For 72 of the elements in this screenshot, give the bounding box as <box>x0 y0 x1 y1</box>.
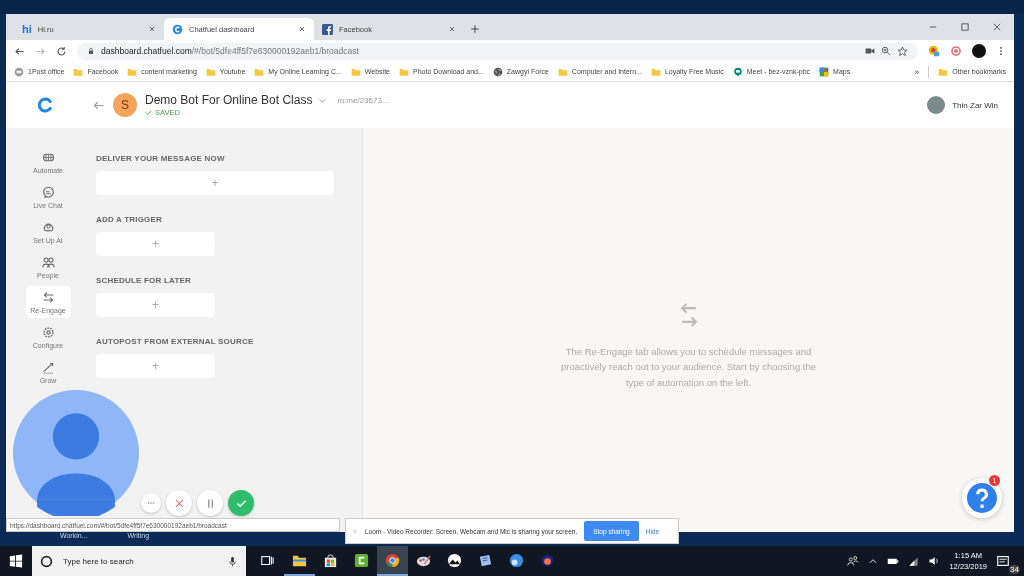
user-name[interactable]: Thin Zar Win <box>952 100 998 110</box>
gear-icon <box>41 325 55 339</box>
reload-icon[interactable] <box>56 45 67 57</box>
site-logo: hi <box>22 23 32 35</box>
task-view-icon[interactable] <box>260 554 274 568</box>
folder-icon <box>650 66 661 77</box>
search-box[interactable]: Type here to search <box>32 546 246 576</box>
lock-icon <box>87 47 95 55</box>
cortana-circle-icon <box>40 554 53 568</box>
page-icon <box>14 66 24 77</box>
chevron-up-icon[interactable] <box>868 556 879 566</box>
more-bookmarks-button[interactable]: » <box>914 66 920 77</box>
chat-bubble-icon <box>41 185 55 199</box>
empty-state-text: The Re-Engage tab allows you to schedule messages and proactively reach out to your audience. Start by choosing the type of automation on the left. <box>559 344 818 390</box>
chatfuel-favicon-icon <box>172 23 183 35</box>
globe-icon <box>509 552 524 568</box>
folder-icon <box>73 66 84 77</box>
swap-arrows-icon <box>41 290 55 304</box>
bot-avatar: S <box>113 93 137 117</box>
new-tab-icon[interactable] <box>470 24 480 34</box>
message-icon <box>996 554 1010 568</box>
wifi-signal-icon[interactable] <box>908 555 920 567</box>
microphone-icon[interactable] <box>227 555 238 567</box>
close-icon <box>173 497 185 509</box>
facebook-icon <box>322 23 333 35</box>
square-c-icon <box>354 552 369 568</box>
bot-name: Demo Bot For Online Bot Class <box>145 93 313 107</box>
zoom-icon[interactable] <box>881 46 891 56</box>
close-icon <box>448 25 456 33</box>
close-icon <box>298 25 306 33</box>
palette-icon <box>416 552 431 568</box>
video-camera-icon[interactable] <box>865 46 875 56</box>
maximize-icon[interactable] <box>960 22 970 32</box>
people-icon[interactable] <box>847 555 860 567</box>
maps-icon <box>819 66 830 77</box>
folder-icon <box>557 66 568 77</box>
section-heading: SCHEDULE FOR LATER <box>96 276 192 285</box>
folder-icon <box>938 66 949 77</box>
mountain-icon <box>447 552 462 568</box>
url-text: dashboard.chatfuel.com/#/bot/5dfe4ff5f7e630000192aeb1/broadcast <box>101 46 359 56</box>
help-button[interactable] <box>962 478 1002 518</box>
check-icon <box>145 109 152 116</box>
search-field[interactable]: Type here to search <box>61 555 219 567</box>
chart-line-icon <box>41 360 55 374</box>
section-heading: AUTOPOST FROM EXTERNAL SOURCE <box>96 337 255 346</box>
address-bar[interactable]: dashboard.chatfuel.com/#/bot/5dfe4ff5f7e630000192aeb1/broadcast <box>77 42 918 60</box>
close-icon[interactable] <box>992 22 1002 32</box>
user-photo-placeholder[interactable] <box>927 96 946 114</box>
extension-icon[interactable] <box>928 45 940 57</box>
note-icon <box>478 552 493 568</box>
globe-icon <box>492 66 503 77</box>
notifications-button[interactable]: 34 <box>996 550 1018 572</box>
folder-icon <box>127 66 138 77</box>
extension-icon[interactable] <box>950 45 962 57</box>
folder-icon <box>254 66 265 77</box>
profile-avatar-icon[interactable] <box>972 44 986 58</box>
people-icon <box>41 255 55 269</box>
close-icon <box>148 25 156 33</box>
meet-icon <box>732 66 743 77</box>
folder-icon <box>399 66 409 77</box>
speaker-icon[interactable] <box>928 555 941 567</box>
folder-icon <box>350 66 361 77</box>
section-heading: DELIVER YOUR MESSAGE NOW <box>96 154 226 163</box>
windows-start-icon[interactable] <box>9 554 23 568</box>
browser-icon <box>385 552 400 568</box>
back-arrow-icon[interactable] <box>14 45 25 57</box>
folder-icon <box>205 66 216 77</box>
shopping-bag-icon <box>323 552 338 568</box>
question-mark-icon <box>967 483 997 513</box>
section-heading: ADD A TRIGGER <box>96 215 163 224</box>
star-icon[interactable] <box>897 45 908 57</box>
app-logo-icon[interactable] <box>36 96 54 114</box>
